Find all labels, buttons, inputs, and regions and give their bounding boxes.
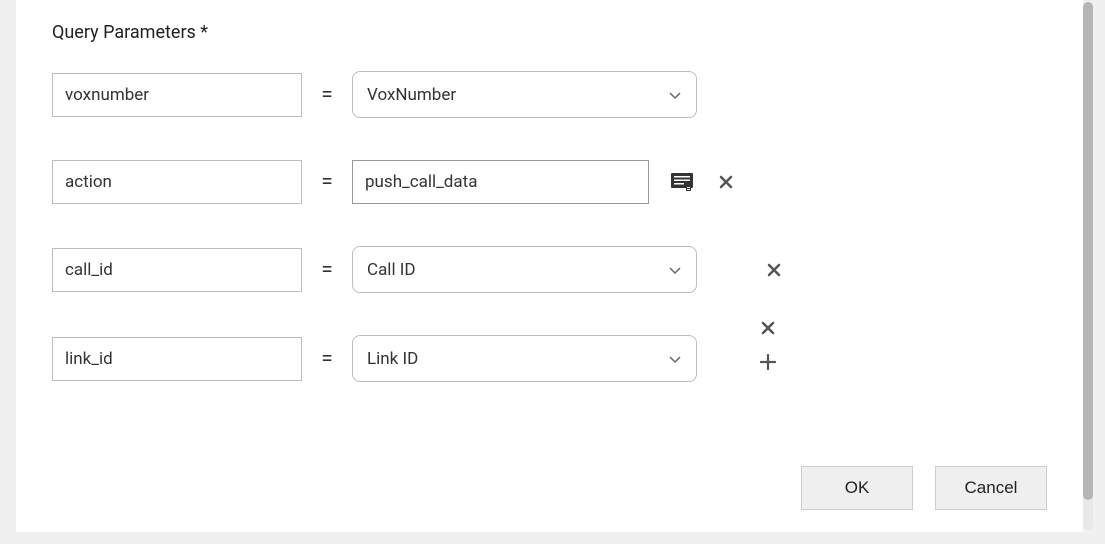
select-value-label: Link ID [367, 349, 418, 369]
param-key-input[interactable] [52, 248, 302, 292]
remove-icon[interactable] [715, 171, 737, 193]
param-row: = Link ID [52, 335, 1047, 382]
select-value-label: Call ID [367, 260, 416, 280]
param-key-input[interactable] [52, 337, 302, 381]
equals-sign: = [320, 170, 334, 194]
param-value-text-input[interactable] [352, 160, 649, 204]
param-row: = VoxNumber [52, 71, 1047, 118]
equals-sign: = [320, 83, 334, 107]
param-value-select[interactable]: Call ID [352, 246, 697, 293]
equals-sign: = [320, 258, 334, 282]
remove-icon[interactable] [763, 259, 785, 281]
list-picker-icon[interactable] [671, 171, 693, 193]
param-key-input[interactable] [52, 73, 302, 117]
param-rows: = VoxNumber = [52, 71, 1047, 382]
cancel-button[interactable]: Cancel [935, 466, 1047, 510]
ok-button[interactable]: OK [801, 466, 913, 510]
select-value-label: VoxNumber [367, 85, 456, 105]
query-params-panel: Query Parameters * = VoxNumber = [16, 0, 1083, 532]
param-value-select[interactable]: VoxNumber [352, 71, 697, 118]
dialog-footer: OK Cancel [52, 436, 1047, 510]
param-row: = Call ID [52, 246, 1047, 293]
equals-sign: = [320, 347, 334, 371]
param-key-input[interactable] [52, 160, 302, 204]
remove-icon[interactable] [757, 317, 779, 339]
section-title: Query Parameters * [52, 22, 1047, 43]
param-row: = [52, 160, 1047, 204]
add-icon[interactable] [757, 351, 779, 373]
vertical-scrollbar[interactable] [1083, 0, 1093, 532]
param-value-select[interactable]: Link ID [352, 335, 697, 382]
